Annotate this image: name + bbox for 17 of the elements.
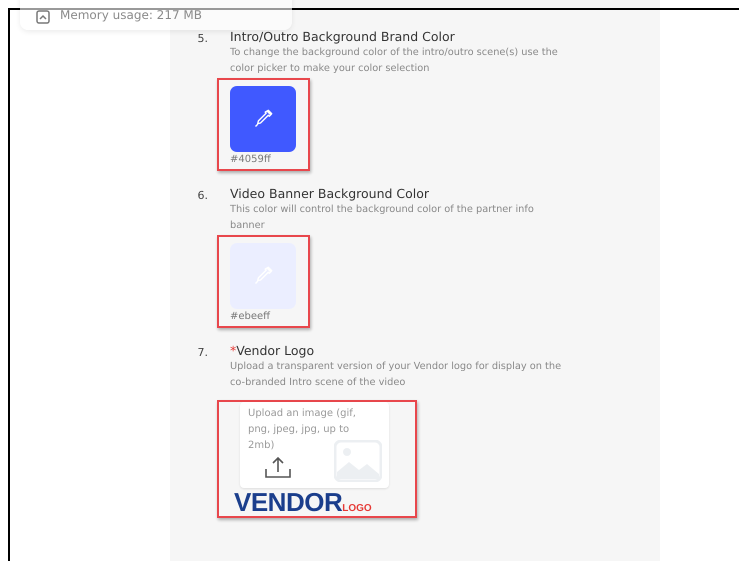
upload-icon — [264, 456, 292, 480]
field-description: Upload a transparent version of your Vendor logo for display on the co-branded Intro scene of the video — [230, 360, 562, 390]
field-title: Video Banner Background Color — [230, 185, 430, 202]
upload-card[interactable]: Upload an image (gif, png, jpeg, jpg, up to 2mb) — [240, 402, 389, 488]
color-hex-value: #4059ff — [230, 153, 272, 167]
field-title: Intro/Outro Background Brand Color — [230, 28, 456, 45]
item-number: 5. — [196, 31, 209, 47]
field-title: *Vendor Logo — [230, 342, 316, 359]
field-description: This color will control the background color of the partner info banner — [230, 203, 535, 233]
vendor-logo: VENDORLOGO — [234, 490, 373, 516]
color-hex-value: #ebeeff — [230, 310, 272, 324]
field-description: To change the background color of the intro/outro scene(s) use the color picker to make your color selection — [230, 46, 559, 76]
memory-usage-text: Memory usage: 217 MB — [60, 7, 202, 24]
item-number: 7. — [196, 345, 209, 361]
item-number: 6. — [196, 188, 209, 204]
memory-icon — [36, 10, 50, 24]
color-swatch[interactable] — [230, 86, 296, 152]
